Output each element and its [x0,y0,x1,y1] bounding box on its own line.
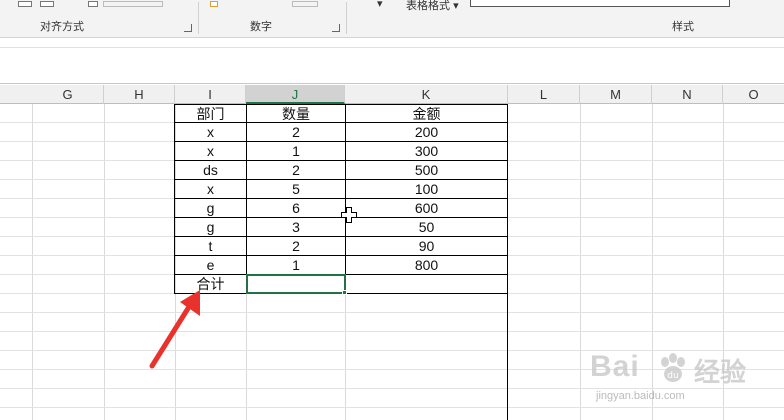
cell-qty[interactable]: 5 [246,180,345,199]
gridline [580,104,581,420]
cell-dept[interactable]: x [174,123,246,142]
cell-qty[interactable]: 2 [246,161,345,180]
table-row: x 1 300 [174,142,508,161]
alignment-dialog-launcher-icon[interactable] [184,24,192,32]
table-row: x 5 100 [174,180,508,199]
cell-amount[interactable]: 50 [345,218,508,237]
watermark-text-cn: 经验 [694,357,747,387]
cell-qty[interactable]: 2 [246,123,345,142]
ribbon-group-number-label: 数字 [250,21,272,33]
column-header-n[interactable]: N [652,85,723,104]
ribbon-separator [346,2,347,34]
number-dialog-launcher-icon[interactable] [332,24,340,32]
cell-dept[interactable]: t [174,237,246,256]
gridline [0,331,784,332]
format-as-table-label: 表格格式 [406,0,450,12]
column-header-h[interactable]: H [104,85,175,104]
paw-icon: du [661,353,685,382]
ribbon-dropdown-arrow-icon[interactable]: ▾ [377,0,383,10]
ribbon-icon[interactable] [18,1,32,7]
format-as-table-arrow-icon: ▾ [453,0,459,12]
gridline [104,104,105,420]
header-cell-dept[interactable]: 部门 [174,104,246,123]
cell-styles-gallery[interactable] [470,0,730,7]
column-header-i[interactable]: I [175,85,246,104]
formula-bar-area [0,39,784,84]
watermark-text: Bai [590,350,640,383]
cell-qty[interactable]: 3 [246,218,345,237]
cell-amount[interactable]: 200 [345,123,508,142]
gridline [32,104,33,420]
comma-style-icon[interactable] [292,1,318,7]
column-header-o[interactable]: O [723,85,784,104]
column-header-l[interactable]: L [508,85,580,104]
ribbon-icon[interactable] [40,1,54,7]
cell-dept[interactable]: x [174,180,246,199]
cell-dept[interactable]: g [174,218,246,237]
cell-amount[interactable]: 90 [345,237,508,256]
format-as-table-button[interactable]: 表格格式 ▾ [406,0,459,13]
ribbon-separator [198,2,199,34]
active-cell-selection[interactable] [246,274,346,294]
column-header-bar: G H I J K L M N O [0,85,784,104]
ribbon-group-styles-label: 样式 [672,21,694,33]
ribbon-group-alignment-label: 对齐方式 [40,21,84,33]
cell-amount[interactable]: 800 [345,256,508,275]
wrap-text-icon[interactable] [88,1,98,7]
watermark-url: jingyan.baidu.com [596,390,685,402]
baidu-jingyan-watermark: Bai du 经验 jingyan.baidu.com [590,350,780,414]
table-row: e 1 800 [174,256,508,275]
table-row: t 2 90 [174,237,508,256]
cell-amount[interactable]: 300 [345,142,508,161]
column-k-border [507,294,508,420]
total-amount-cell[interactable] [345,275,508,294]
fill-handle[interactable] [342,290,347,295]
header-cell-qty[interactable]: 数量 [246,104,345,123]
column-header-j[interactable]: J [246,85,345,104]
ribbon-bottom-divider [0,47,784,48]
ribbon-icon[interactable] [103,1,163,7]
cell-dept[interactable]: e [174,256,246,275]
cell-dept[interactable]: g [174,199,246,218]
table-row: x 2 200 [174,123,508,142]
number-format-icon[interactable] [210,1,218,7]
cell-amount[interactable]: 100 [345,180,508,199]
svg-text:du: du [667,371,678,381]
column-header-k[interactable]: K [345,85,508,104]
cell-amount[interactable]: 600 [345,199,508,218]
cell-qty[interactable]: 2 [246,237,345,256]
column-header-g[interactable]: G [32,85,104,104]
cross-cursor-icon [341,207,357,223]
column-header-m[interactable]: M [580,85,652,104]
header-cell-amount[interactable]: 金额 [345,104,508,123]
table-header-row: 部门 数量 金额 [174,104,508,123]
cell-amount[interactable]: 500 [345,161,508,180]
gridline [0,312,784,313]
annotation-arrow-icon [149,290,200,369]
cell-dept[interactable]: x [174,142,246,161]
cell-dept[interactable]: ds [174,161,246,180]
ribbon: 对齐方式 数字 ▾ 表格格式 ▾ 样式 [0,0,784,38]
cell-qty[interactable]: 6 [246,199,345,218]
cell-qty[interactable]: 1 [246,142,345,161]
cell-qty[interactable]: 1 [246,256,345,275]
table-row: ds 2 500 [174,161,508,180]
